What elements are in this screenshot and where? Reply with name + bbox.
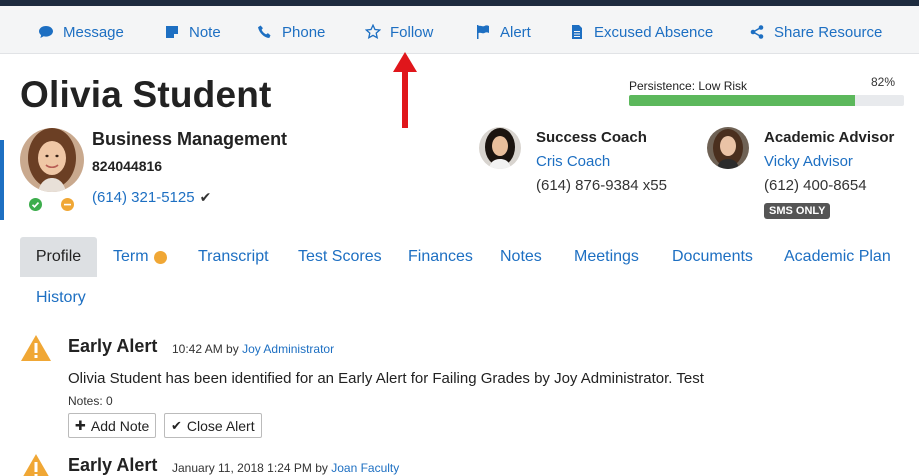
follow-label: Follow	[390, 23, 434, 41]
persistence-bar-fill	[629, 95, 855, 106]
status-green-icon	[29, 198, 42, 211]
alert-time: January 11, 2018 1:24 PM by	[172, 461, 328, 475]
tab-test-scores[interactable]: Test Scores	[298, 248, 382, 266]
alert-label: Alert	[500, 23, 531, 41]
excused-absence-button[interactable]: Excused Absence	[568, 21, 713, 43]
tab-transcript-label: Transcript	[198, 248, 269, 265]
tab-profile[interactable]: Profile	[20, 237, 97, 277]
excused-absence-label: Excused Absence	[594, 23, 714, 41]
sms-only-badge: SMS ONLY	[764, 203, 831, 219]
alert-author-link[interactable]: Joy Administrator	[242, 342, 334, 356]
tab-finances-label: Finances	[408, 248, 473, 265]
tab-academic-plan-label: Academic Plan	[784, 248, 891, 265]
phone-label: Phone	[282, 23, 326, 41]
check-icon: ✔	[199, 189, 212, 205]
tab-documents[interactable]: Documents	[672, 248, 753, 266]
academic-advisor-phone: (612) 400-8654	[764, 177, 867, 194]
term-warning-icon	[153, 250, 167, 264]
alert-time: 10:42 AM by	[172, 342, 239, 356]
star-icon	[364, 23, 382, 41]
alert-meta: January 11, 2018 1:24 PM by Joan Faculty	[172, 461, 399, 475]
add-note-label: Add Note	[90, 417, 150, 434]
phone-button[interactable]: Phone	[256, 21, 325, 43]
comment-icon	[37, 23, 55, 41]
student-avatar[interactable]	[20, 128, 84, 192]
tab-test-scores-label: Test Scores	[298, 248, 382, 265]
tab-academic-plan[interactable]: Academic Plan	[784, 248, 891, 266]
close-alert-button[interactable]: ✔ Close Alert	[164, 413, 262, 438]
tab-history-label: History	[36, 289, 86, 306]
tab-profile-label: Profile	[35, 248, 82, 265]
success-coach-avatar[interactable]	[479, 127, 521, 169]
tab-history[interactable]: History	[36, 289, 86, 307]
success-coach-name[interactable]: Cris Coach	[536, 153, 610, 170]
alert-title: Early Alert	[68, 455, 158, 475]
action-bar: Message Note Phone Follow Alert Excused …	[0, 6, 919, 54]
file-icon	[568, 23, 586, 41]
tab-documents-label: Documents	[672, 248, 753, 265]
tab-meetings[interactable]: Meetings	[574, 248, 639, 266]
phone-icon	[256, 23, 274, 41]
status-orange-icon	[61, 198, 74, 211]
academic-advisor-title: Academic Advisor	[764, 129, 895, 146]
academic-advisor-name[interactable]: Vicky Advisor	[764, 153, 853, 170]
tab-term[interactable]: Term	[113, 248, 167, 266]
alert-body: Olivia Student has been identified for a…	[68, 370, 704, 387]
tab-notes[interactable]: Notes	[500, 248, 542, 266]
success-coach-phone: (614) 876-9384 x55	[536, 177, 667, 194]
alert-button[interactable]: Alert	[474, 21, 531, 43]
flag-icon	[474, 23, 492, 41]
persistence-bar	[629, 95, 904, 106]
note-button[interactable]: Note	[163, 21, 221, 43]
warning-triangle-icon	[20, 334, 52, 362]
tab-transcript[interactable]: Transcript	[198, 248, 269, 266]
warning-triangle-icon	[20, 453, 52, 476]
note-icon	[163, 23, 181, 41]
tab-notes-label: Notes	[500, 248, 542, 265]
alert-notes-count: Notes: 0	[68, 394, 113, 408]
annotation-arrow	[390, 50, 420, 130]
tab-meetings-label: Meetings	[574, 248, 639, 265]
student-id: 824044816	[92, 158, 163, 174]
share-resource-label: Share Resource	[774, 23, 883, 41]
alert-author-link[interactable]: Joan Faculty	[331, 461, 399, 475]
left-accent-bar	[0, 140, 4, 220]
add-note-button[interactable]: ✚ Add Note	[68, 413, 157, 438]
close-alert-label: Close Alert	[186, 417, 255, 434]
tab-finances[interactable]: Finances	[408, 248, 473, 266]
persistence-label: Persistence: Low Risk	[629, 79, 748, 93]
academic-advisor-avatar[interactable]	[707, 127, 749, 169]
share-icon	[748, 23, 766, 41]
alert-title: Early Alert	[68, 336, 158, 356]
message-button[interactable]: Message	[37, 21, 124, 43]
plus-icon: ✚	[75, 417, 86, 433]
check-icon: ✔	[171, 417, 182, 433]
persistence-percent: 82%	[871, 75, 896, 89]
student-major: Business Management	[92, 129, 288, 149]
success-coach-title: Success Coach	[536, 129, 647, 146]
note-label: Note	[189, 23, 221, 41]
share-resource-button[interactable]: Share Resource	[748, 21, 882, 43]
student-name: Olivia Student	[20, 74, 272, 115]
message-label: Message	[63, 23, 124, 41]
follow-button[interactable]: Follow	[364, 21, 433, 43]
tab-term-label: Term	[113, 248, 149, 265]
alert-meta: 10:42 AM by Joy Administrator	[172, 342, 334, 356]
student-phone-link[interactable]: (614) 321-5125	[92, 189, 195, 206]
student-phone[interactable]: (614) 321-5125 ✔	[92, 189, 211, 206]
